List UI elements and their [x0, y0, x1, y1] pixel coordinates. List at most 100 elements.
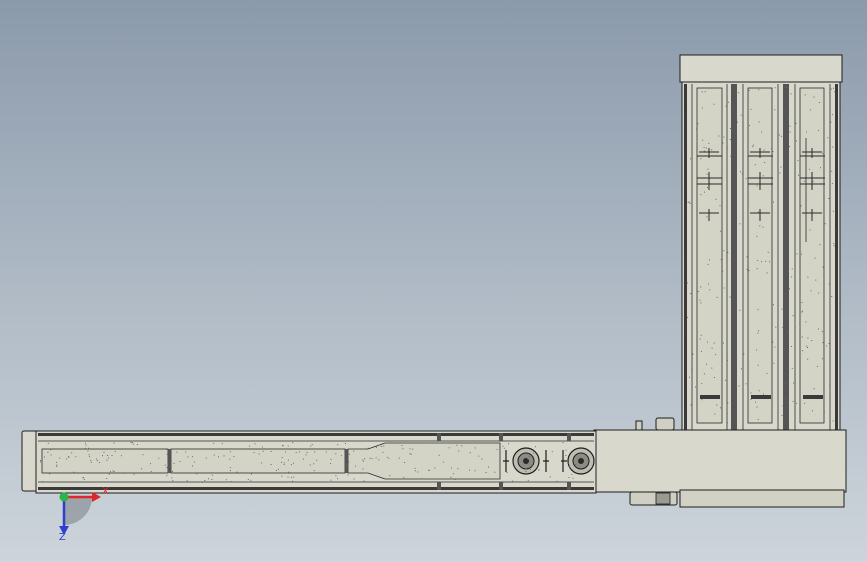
texture-speck	[85, 444, 87, 446]
texture-speck	[375, 457, 377, 459]
texture-speck	[442, 461, 444, 463]
sensor-top[interactable]	[655, 417, 675, 431]
texture-speck	[801, 253, 802, 255]
texture-speck	[828, 343, 830, 345]
texture-speck	[277, 468, 279, 470]
texture-speck	[531, 464, 533, 466]
texture-speck	[831, 183, 833, 185]
texture-speck	[448, 447, 450, 449]
texture-speck	[834, 231, 836, 233]
texture-speck	[785, 398, 787, 400]
texture-speck	[711, 367, 713, 369]
texture-speck	[229, 467, 231, 469]
texture-speck	[250, 479, 252, 481]
texture-speck	[565, 449, 567, 451]
texture-speck	[697, 123, 699, 125]
texture-speck	[132, 443, 134, 445]
texture-speck	[456, 444, 458, 446]
vertical-conveyor-module[interactable]	[679, 54, 843, 433]
texture-speck	[434, 467, 436, 469]
lane-3[interactable]	[799, 87, 825, 424]
texture-speck	[793, 382, 794, 384]
texture-speck	[481, 458, 483, 460]
channel-3-taper[interactable]	[347, 442, 501, 480]
texture-speck	[818, 129, 820, 131]
texture-speck	[690, 158, 691, 160]
texture-speck	[348, 461, 350, 463]
texture-speck	[310, 445, 312, 447]
texture-speck	[529, 468, 531, 470]
corner-transfer-block[interactable]	[593, 417, 847, 508]
connector-nut[interactable]	[655, 492, 671, 505]
texture-speck	[549, 476, 551, 478]
lane-1[interactable]	[696, 87, 723, 424]
texture-speck	[556, 480, 558, 482]
texture-speck	[713, 103, 715, 105]
texture-speck	[538, 469, 540, 471]
texture-speck	[686, 282, 688, 284]
texture-speck	[727, 101, 729, 103]
texture-speck	[761, 261, 762, 263]
texture-speck	[84, 447, 86, 449]
texture-speck	[807, 347, 808, 348]
texture-speck	[185, 451, 187, 453]
texture-speck	[270, 464, 272, 465]
top-end-cap[interactable]	[679, 54, 843, 83]
texture-speck	[696, 140, 698, 142]
texture-speck	[295, 452, 297, 454]
texture-speck	[696, 161, 698, 163]
texture-speck	[488, 466, 489, 468]
texture-speck	[225, 479, 227, 481]
texture-speck	[150, 471, 152, 473]
channel-2[interactable]	[170, 448, 346, 474]
texture-speck	[818, 102, 820, 103]
bottom-base-plate[interactable]	[679, 489, 845, 508]
texture-speck	[822, 153, 824, 155]
texture-speck	[131, 442, 133, 444]
texture-speck	[124, 472, 126, 474]
cad-graphics-viewport[interactable]: X Z	[0, 0, 867, 562]
texture-speck	[755, 401, 756, 403]
conveyor-assembly-model[interactable]	[0, 0, 867, 562]
texture-speck	[313, 463, 315, 465]
texture-speck	[769, 261, 771, 263]
texture-speck	[703, 146, 705, 148]
texture-speck	[742, 136, 744, 138]
texture-speck	[727, 422, 728, 424]
texture-speck	[293, 476, 295, 478]
texture-speck	[388, 457, 390, 459]
lane-2[interactable]	[747, 87, 773, 424]
texture-speck	[832, 210, 834, 212]
texture-speck	[409, 448, 411, 450]
texture-speck	[746, 256, 748, 258]
texture-speck	[796, 253, 798, 255]
texture-speck	[832, 146, 834, 148]
texture-speck	[723, 342, 724, 344]
channel-1[interactable]	[41, 448, 169, 474]
texture-speck	[790, 346, 792, 347]
texture-speck	[757, 332, 759, 334]
texture-speck	[774, 346, 776, 348]
texture-speck	[802, 350, 803, 352]
texture-speck	[136, 444, 138, 445]
texture-speck	[337, 444, 339, 446]
texture-speck	[831, 170, 833, 172]
texture-speck	[88, 454, 90, 456]
texture-speck	[211, 478, 213, 480]
texture-speck	[801, 336, 803, 338]
texture-speck	[572, 477, 574, 479]
texture-speck	[789, 146, 791, 148]
texture-speck	[461, 445, 463, 447]
texture-speck	[781, 308, 783, 310]
texture-speck	[719, 205, 721, 207]
texture-speck	[772, 341, 774, 343]
texture-speck	[826, 345, 828, 347]
texture-speck	[762, 226, 764, 228]
texture-speck	[508, 443, 510, 445]
texture-speck	[335, 453, 337, 455]
texture-speck	[704, 91, 706, 93]
texture-speck	[758, 330, 759, 332]
texture-speck	[766, 272, 768, 274]
texture-speck	[700, 158, 702, 160]
sensor-stub[interactable]	[635, 420, 643, 431]
